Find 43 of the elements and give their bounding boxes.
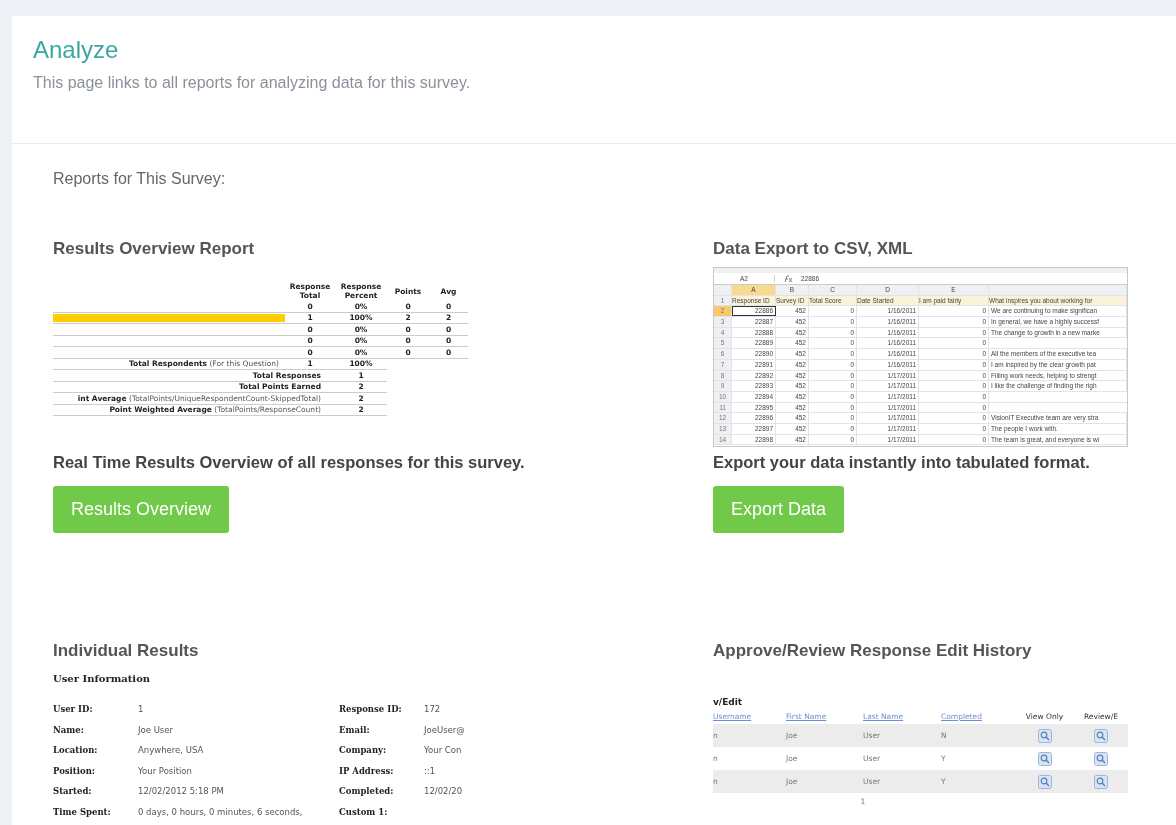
function-icon — [783, 274, 793, 283]
review-button[interactable] — [1094, 751, 1108, 766]
field-value: 1 — [138, 704, 145, 715]
field-value: 12/02/20 — [424, 786, 464, 797]
field-label: Location: — [53, 745, 99, 756]
field-label: Custom 1: — [339, 806, 389, 817]
report-title: Results Overview Report — [53, 239, 256, 259]
section-heading: User Information — [53, 673, 152, 686]
field-value: 172 — [424, 704, 442, 715]
field-value: Your Con — [424, 745, 463, 756]
page-subtitle: This page links to all reports for analyzing data for this survey. — [33, 74, 472, 92]
page-title: Analyze — [33, 36, 120, 64]
field-value: 0 days, 0 hours, 0 minutes, 6 seconds, — [138, 806, 304, 817]
review-button[interactable] — [1094, 774, 1108, 789]
field-label: User ID: — [53, 704, 94, 715]
field-value: JoeUser@ — [424, 724, 466, 735]
field-label: Company: — [339, 745, 388, 756]
field-label: Time Spent: — [53, 806, 112, 817]
view-button[interactable] — [1037, 728, 1052, 743]
report-title: Individual Results — [53, 641, 200, 661]
view-button[interactable] — [1037, 774, 1052, 789]
field-label: IP Address: — [339, 765, 395, 776]
field-label: Response ID: — [339, 704, 403, 715]
field-label: Name: — [53, 724, 85, 735]
field-label: Email: — [339, 724, 371, 735]
view-button[interactable] — [1037, 751, 1052, 766]
field-value: 12/02/2012 5:18 PM — [138, 786, 225, 797]
field-value: Joe User — [138, 724, 174, 735]
field-label: Completed: — [339, 786, 395, 797]
field-value: Your Position — [138, 765, 193, 776]
field-label: Started: — [53, 786, 93, 797]
section-label: Reports for This Survey: — [53, 170, 227, 189]
field-label: Position: — [53, 765, 96, 776]
field-value: ::1 — [424, 765, 437, 776]
report-description: Real Time Results Overview of all responses for this survey. — [53, 453, 526, 472]
table-heading: v/Edit — [713, 697, 744, 709]
report-button[interactable]: Results Overview — [53, 486, 230, 533]
field-value: Anywhere, USA — [138, 745, 205, 756]
report-title: Data Export to CSV, XML — [713, 239, 914, 259]
report-description: Export your data instantly into tabulated format. — [713, 453, 1091, 472]
report-title: Approve/Review Response Edit History — [713, 641, 1033, 661]
report-button[interactable]: Export Data — [713, 486, 845, 533]
review-button[interactable] — [1094, 728, 1108, 743]
